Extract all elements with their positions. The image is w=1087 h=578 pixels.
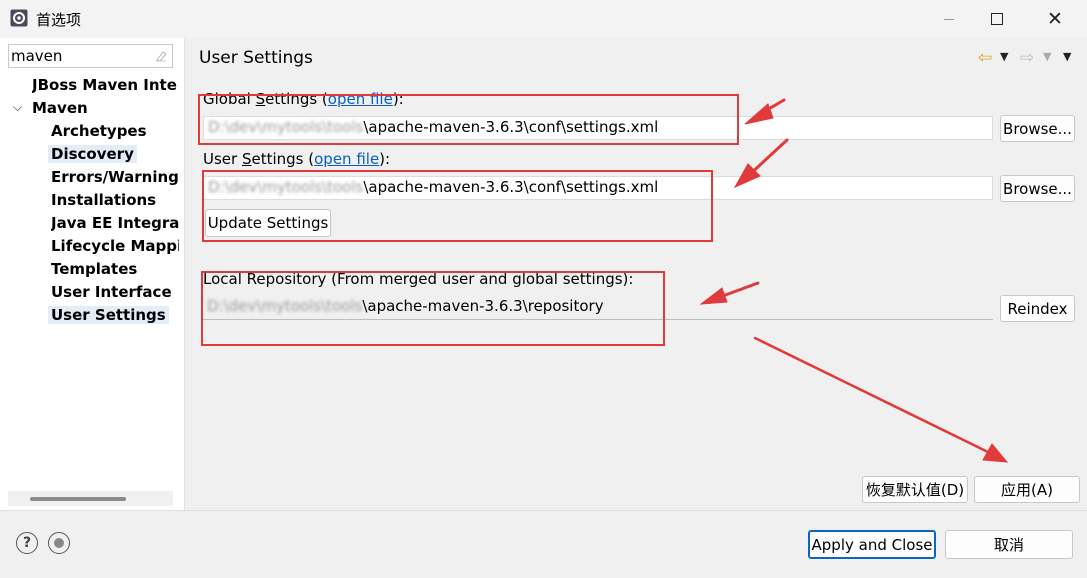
cancel-button[interactable]: 取消 — [945, 530, 1073, 559]
apply-and-close-button[interactable]: Apply and Close — [808, 530, 936, 559]
tree-item-jboss-maven-integration[interactable]: JBoss Maven Integ — [32, 76, 177, 94]
annotation-box-user — [202, 170, 713, 242]
apply-button[interactable]: 应用(A) — [974, 476, 1080, 503]
browse-user-button[interactable]: Browse... — [1000, 175, 1075, 202]
title-bar — [0, 0, 1087, 38]
reindex-button[interactable]: Reindex — [1000, 295, 1075, 322]
filter-input[interactable]: maven — [8, 44, 173, 68]
restore-defaults-button[interactable]: 恢复默认值(D) — [862, 476, 968, 503]
minimize-button[interactable] — [926, 0, 972, 38]
help-icon[interactable]: ? — [16, 532, 38, 554]
forward-arrow-icon[interactable]: ⇨ — [1020, 48, 1034, 68]
tree-item-templates[interactable]: Templates — [51, 260, 179, 278]
chevron-down-icon[interactable]: ⌵ — [13, 100, 22, 115]
tree-horizontal-scrollbar[interactable] — [8, 491, 173, 506]
forward-dropdown-icon[interactable]: ▼ — [1043, 50, 1051, 63]
maximize-icon — [991, 13, 1003, 25]
scrollbar-thumb[interactable] — [30, 497, 126, 501]
tree-item-maven[interactable]: Maven — [32, 99, 88, 117]
tree-item-java-ee-integration[interactable]: Java EE Integrati — [51, 214, 179, 232]
tree-item-user-settings[interactable]: User Settings — [48, 306, 169, 324]
minimize-icon — [944, 18, 954, 20]
annotation-box-global — [198, 94, 739, 145]
user-open-file-link[interactable]: open file — [314, 150, 379, 168]
close-icon: ✕ — [1047, 7, 1063, 30]
filter-input-value: maven — [11, 47, 63, 65]
eclipse-icon — [10, 9, 28, 27]
back-dropdown-icon[interactable]: ▼ — [1000, 50, 1008, 63]
import-export-icon[interactable] — [48, 532, 70, 554]
window-title: 首选项 — [36, 11, 82, 29]
clear-filter-icon[interactable] — [154, 49, 168, 63]
back-arrow-icon[interactable]: ⇦ — [978, 48, 992, 68]
tree-item-errors-warnings[interactable]: Errors/Warnings — [51, 168, 179, 186]
tree-item-user-interface[interactable]: User Interface — [51, 283, 179, 301]
annotation-box-local — [201, 271, 665, 346]
close-button[interactable]: ✕ — [1032, 0, 1078, 38]
import-icon-dot — [54, 538, 64, 548]
view-menu-icon[interactable]: ▼ — [1063, 50, 1071, 63]
maximize-button[interactable] — [974, 0, 1020, 38]
user-settings-label: User Settings (open file): — [203, 150, 391, 168]
browse-global-button[interactable]: Browse... — [1000, 115, 1075, 142]
page-title: User Settings — [199, 48, 313, 68]
tree-item-discovery[interactable]: Discovery — [48, 145, 137, 163]
tree-item-installations[interactable]: Installations — [51, 191, 179, 209]
tree-item-lifecycle-mappings[interactable]: Lifecycle Mappir — [51, 237, 179, 255]
tree-item-archetypes[interactable]: Archetypes — [51, 122, 179, 140]
